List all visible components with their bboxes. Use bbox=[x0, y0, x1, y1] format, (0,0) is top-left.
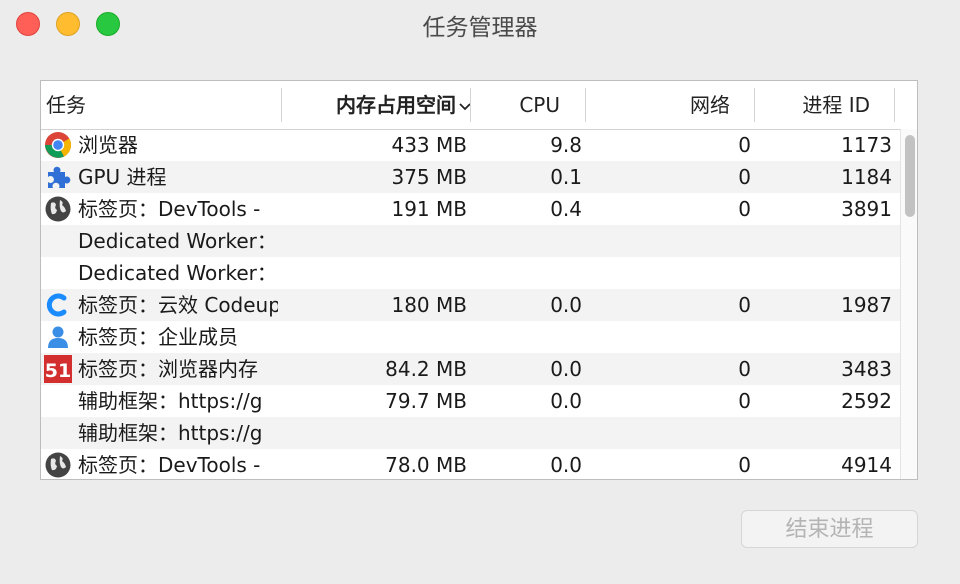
network-value bbox=[586, 321, 751, 353]
column-header-memory-label: 内存占用空间 bbox=[336, 93, 456, 117]
table-body: 浏览器 433 MB 9.8 0 1173 GPU 进程 375 MB 0.1 0 1184 标签页… bbox=[41, 129, 901, 479]
table-row[interactable]: 标签页：DevTools - 191 MB 0.4 0 3891 bbox=[41, 193, 901, 225]
cpu-value bbox=[471, 417, 582, 449]
task-name: Dedicated Worker： bbox=[78, 229, 277, 253]
table-row[interactable]: 标签页：云效 Codeup 180 MB 0.0 0 1987 bbox=[41, 289, 901, 321]
cpu-value: 0.0 bbox=[550, 357, 582, 381]
pid-value: 1173 bbox=[841, 133, 892, 157]
cpu-value: 0.0 bbox=[550, 453, 582, 477]
memory-value: 79.7 MB bbox=[385, 389, 467, 413]
memory-value: 191 MB bbox=[391, 197, 467, 221]
pid-value: 3483 bbox=[841, 357, 892, 381]
cpu-value bbox=[471, 225, 582, 257]
pid-value bbox=[755, 417, 892, 449]
network-value: 0 bbox=[738, 133, 751, 157]
vertical-scrollbar[interactable] bbox=[900, 129, 917, 479]
network-value bbox=[586, 225, 751, 257]
network-value: 0 bbox=[738, 197, 751, 221]
cpu-value: 9.8 bbox=[550, 133, 582, 157]
memory-value bbox=[281, 257, 467, 289]
memory-value: 433 MB bbox=[391, 133, 467, 157]
column-header-pid[interactable]: 进程 ID bbox=[759, 81, 870, 129]
table-row[interactable]: 标签页：DevTools - 78.0 MB 0.0 0 4914 bbox=[41, 449, 901, 479]
window-title: 任务管理器 bbox=[422, 15, 538, 41]
site51-icon: 51 bbox=[44, 355, 72, 383]
table-header: 任务 内存占用空间 CPU 网络 进程 ID bbox=[41, 81, 917, 130]
pid-value bbox=[755, 225, 892, 257]
network-value: 0 bbox=[738, 389, 751, 413]
column-divider[interactable] bbox=[585, 88, 586, 122]
pid-value: 2592 bbox=[841, 389, 892, 413]
column-divider[interactable] bbox=[894, 88, 895, 122]
cpu-value: 0.0 bbox=[550, 293, 582, 317]
pid-value bbox=[755, 257, 892, 289]
table-row[interactable]: 辅助框架：https://g 79.7 MB 0.0 0 2592 bbox=[41, 385, 901, 417]
column-header-cpu[interactable]: CPU bbox=[475, 81, 560, 129]
chrome-icon bbox=[44, 131, 72, 159]
svg-text:51: 51 bbox=[45, 360, 71, 382]
task-name: 标签页：DevTools - bbox=[78, 453, 261, 477]
network-value bbox=[586, 417, 751, 449]
table-row[interactable]: 51 标签页：浏览器内存 84.2 MB 0.0 0 3483 bbox=[41, 353, 901, 385]
memory-value: 180 MB bbox=[391, 293, 467, 317]
table-row[interactable]: 浏览器 433 MB 9.8 0 1173 bbox=[41, 129, 901, 161]
task-name: 标签页：企业成员 bbox=[78, 325, 238, 349]
memory-value: 84.2 MB bbox=[385, 357, 467, 381]
task-name: 标签页：DevTools - bbox=[78, 197, 261, 221]
puzzle-icon bbox=[44, 163, 72, 191]
table-row[interactable]: GPU 进程 375 MB 0.1 0 1184 bbox=[41, 161, 901, 193]
cpu-value: 0.0 bbox=[550, 389, 582, 413]
person-icon bbox=[44, 323, 72, 351]
network-value: 0 bbox=[738, 357, 751, 381]
title-bar: 任务管理器 bbox=[0, 0, 960, 48]
column-divider[interactable] bbox=[754, 88, 755, 122]
globe-icon bbox=[44, 195, 72, 223]
task-name: 浏览器 bbox=[78, 133, 138, 157]
network-value bbox=[586, 257, 751, 289]
pid-value: 3891 bbox=[841, 197, 892, 221]
network-value: 0 bbox=[738, 293, 751, 317]
task-name: GPU 进程 bbox=[78, 165, 167, 189]
column-divider[interactable] bbox=[281, 88, 282, 122]
cpu-value bbox=[471, 257, 582, 289]
task-name: Dedicated Worker： bbox=[78, 261, 277, 285]
scrollbar-thumb[interactable] bbox=[905, 135, 915, 217]
column-header-network[interactable]: 网络 bbox=[590, 81, 730, 129]
network-value: 0 bbox=[738, 165, 751, 189]
table-row[interactable]: Dedicated Worker： bbox=[41, 225, 901, 257]
process-table: 任务 内存占用空间 CPU 网络 进程 ID 浏览器 433 MB 9.8 0 1173… bbox=[40, 80, 918, 480]
pid-value: 1184 bbox=[841, 165, 892, 189]
end-process-button[interactable]: 结束进程 bbox=[741, 510, 918, 548]
column-divider[interactable] bbox=[470, 88, 471, 122]
task-name: 辅助框架：https://g bbox=[78, 389, 263, 413]
memory-value bbox=[281, 321, 467, 353]
cpu-value bbox=[471, 321, 582, 353]
table-row[interactable]: Dedicated Worker： bbox=[41, 257, 901, 289]
pid-value: 1987 bbox=[841, 293, 892, 317]
cpu-value: 0.1 bbox=[550, 165, 582, 189]
column-header-task[interactable]: 任务 bbox=[46, 81, 276, 129]
table-row[interactable]: 标签页：企业成员 bbox=[41, 321, 901, 353]
memory-value: 375 MB bbox=[391, 165, 467, 189]
cpu-value: 0.4 bbox=[550, 197, 582, 221]
pid-value bbox=[755, 321, 892, 353]
task-name: 辅助框架：https://g bbox=[78, 421, 263, 445]
globe-icon bbox=[44, 451, 72, 479]
table-row[interactable]: 辅助框架：https://g bbox=[41, 417, 901, 449]
memory-value bbox=[281, 225, 467, 257]
network-value: 0 bbox=[738, 453, 751, 477]
memory-value: 78.0 MB bbox=[385, 453, 467, 477]
task-name: 标签页：云效 Codeup bbox=[78, 293, 278, 317]
task-name: 标签页：浏览器内存 bbox=[78, 357, 258, 381]
pid-value: 4914 bbox=[841, 453, 892, 477]
codeup-icon bbox=[44, 291, 72, 319]
memory-value bbox=[281, 417, 467, 449]
column-header-memory[interactable]: 内存占用空间 bbox=[286, 81, 472, 129]
